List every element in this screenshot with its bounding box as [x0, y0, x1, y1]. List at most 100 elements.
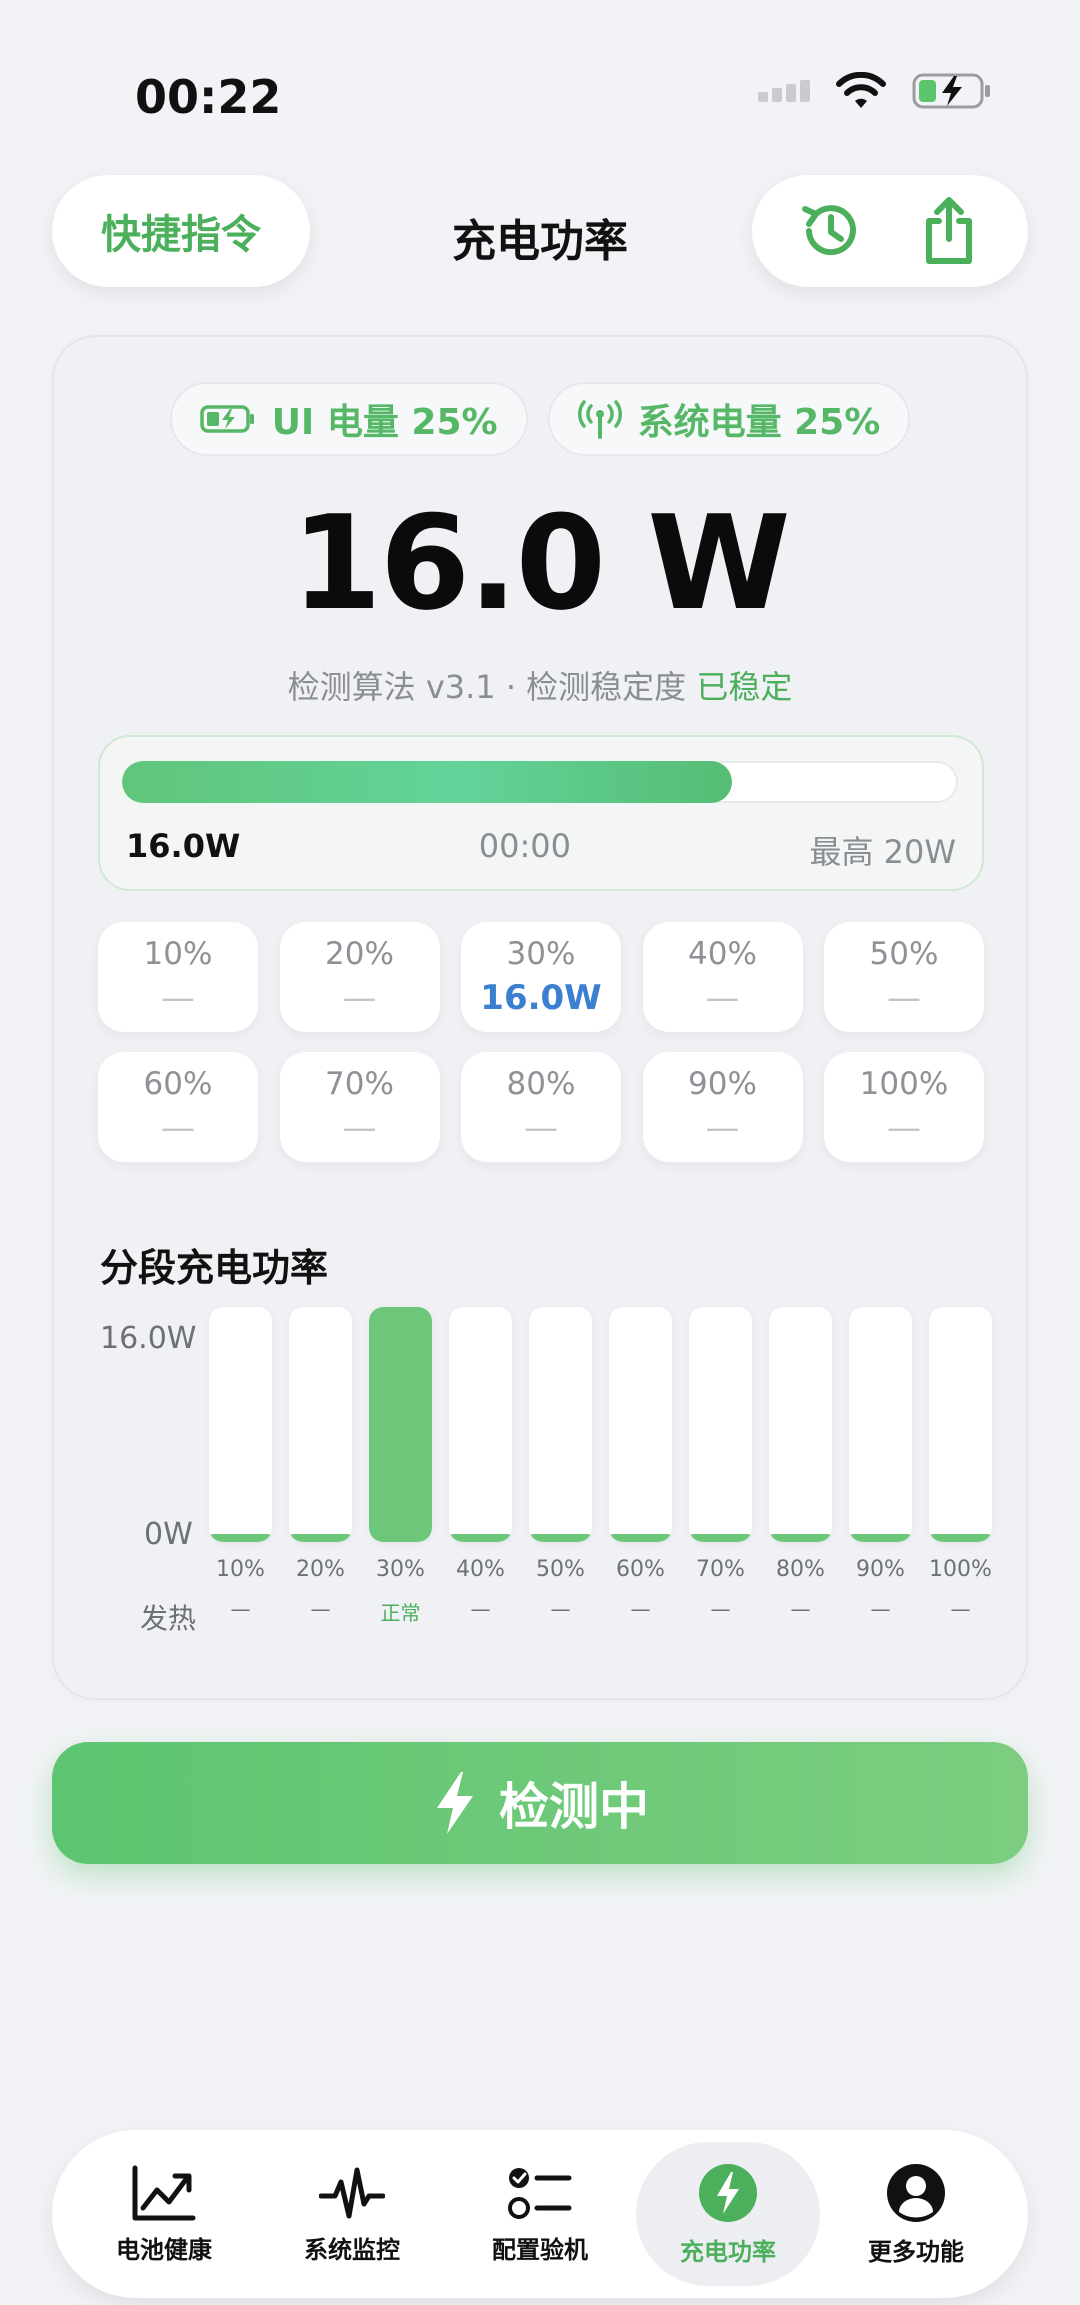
- tab-label: 电池健康: [116, 2235, 212, 2264]
- power-progress: 16.0W 00:00 最高 20W: [98, 735, 984, 891]
- power-card: UI 电量 25% 系统电量 25% 16.0 W 检测算法 v3.1 · 检测…: [52, 335, 1028, 1700]
- segment-bar: [689, 1307, 752, 1542]
- segment-bar-label: 40%: [456, 1557, 505, 1582]
- history-button[interactable]: [791, 191, 871, 271]
- level-cell: 50% —: [824, 922, 984, 1032]
- pulse-icon: [319, 2167, 385, 2218]
- progress-fill: [122, 761, 733, 803]
- level-percent: 40%: [688, 936, 757, 972]
- tab-label: 配置验机: [492, 2235, 588, 2264]
- segment-bar: [449, 1307, 512, 1542]
- level-percent: 100%: [859, 1066, 949, 1102]
- segment-chart: 16.0W 0W 发热 10% — 20% — 30% 正常 40% — 50% — 60% — 70%…: [54, 1307, 1030, 1647]
- segment-bar-fill: [849, 1534, 912, 1542]
- segment-bar-fill: [689, 1534, 752, 1542]
- y-axis-top-label: 16.0W: [100, 1321, 197, 1356]
- progress-current: 16.0W: [126, 827, 241, 865]
- tab-system-monitor[interactable]: 系统监控: [260, 2142, 444, 2286]
- share-button[interactable]: [909, 191, 989, 271]
- segment-bar-fill: [609, 1534, 672, 1542]
- segment-bar-label: 50%: [536, 1557, 585, 1582]
- segment-bar-label: 70%: [696, 1557, 745, 1582]
- tab-label: 充电功率: [680, 2237, 776, 2266]
- level-power: —: [161, 978, 195, 1018]
- segment-bar-label: 30%: [376, 1557, 425, 1582]
- segment-heat-status: 正常: [380, 1601, 421, 1625]
- level-cell: 90% —: [642, 1052, 803, 1162]
- tab-charging-power[interactable]: 充电功率: [636, 2142, 820, 2286]
- battery-charging-icon: [199, 405, 254, 433]
- level-cell: 60% —: [98, 1052, 258, 1162]
- progress-elapsed: 00:00: [478, 827, 571, 865]
- segment-heat-status: —: [550, 1597, 571, 1621]
- segment-bar: [369, 1307, 432, 1542]
- header-actions: [752, 175, 1028, 287]
- person-circle-icon: [887, 2163, 945, 2222]
- level-power: —: [342, 1108, 377, 1148]
- detecting-button[interactable]: 检测中: [52, 1742, 1028, 1864]
- level-power: —: [887, 978, 921, 1018]
- segment-bar-label: 20%: [296, 1557, 345, 1582]
- battery-charging-icon: [912, 73, 990, 109]
- segment-bar: [529, 1307, 592, 1542]
- checklist-icon: [508, 2167, 572, 2219]
- tab-bar: 电池健康 系统监控 配置验机 充电功率 更多功能: [52, 2130, 1028, 2298]
- level-power: —: [887, 1108, 921, 1148]
- bolt-circle-icon: [699, 2163, 757, 2222]
- stability-status: 已稳定: [696, 668, 793, 706]
- share-icon: [926, 197, 972, 264]
- tab-label: 更多功能: [868, 2237, 964, 2266]
- level-cell: 40% —: [642, 922, 803, 1032]
- algorithm-line: 检测算法 v3.1 · 检测稳定度 已稳定: [54, 662, 1026, 708]
- level-percent: 30%: [506, 936, 576, 972]
- system-battery-badge: 系统电量 25%: [547, 382, 911, 456]
- level-grid: 10% — 20% — 30% 16.0W 40% — 50% — 60% — 70% — 80% — 90% —…: [98, 922, 984, 1162]
- chart-up-icon: [132, 2165, 196, 2220]
- level-power: —: [705, 978, 740, 1018]
- level-percent: 60%: [143, 1066, 213, 1102]
- segment-bar-label: 80%: [776, 1557, 825, 1582]
- wifi-icon: [836, 72, 886, 108]
- segment-bar-fill: [929, 1534, 992, 1542]
- antenna-icon: [577, 400, 622, 439]
- segment-bar: [209, 1307, 272, 1542]
- segment-heat-status: —: [790, 1597, 811, 1621]
- segment-bar-fill: [449, 1534, 512, 1542]
- y-axis-bottom-label: 0W: [144, 1517, 193, 1552]
- segment-bar-label: 60%: [616, 1557, 665, 1582]
- segment-bar-label: 10%: [216, 1557, 265, 1582]
- level-power: —: [342, 978, 377, 1018]
- level-percent: 50%: [869, 936, 939, 972]
- segment-heat-status: —: [630, 1597, 651, 1621]
- progress-track: [122, 761, 958, 803]
- segment-heat-status: —: [870, 1597, 891, 1621]
- level-cell: 80% —: [461, 1052, 621, 1162]
- segment-heat-status: —: [710, 1597, 731, 1621]
- segment-heat-status: —: [950, 1597, 971, 1621]
- progress-max: 最高 20W: [809, 833, 956, 871]
- status-icons: [758, 72, 992, 110]
- tab-battery-health[interactable]: 电池健康: [72, 2142, 256, 2286]
- bolt-icon: [437, 1772, 473, 1834]
- segment-heat-status: —: [230, 1597, 251, 1621]
- tab-more-features[interactable]: 更多功能: [824, 2142, 1008, 2286]
- segment-bar-fill: [209, 1534, 272, 1542]
- tab-config-check[interactable]: 配置验机: [448, 2142, 632, 2286]
- segment-bar: [769, 1307, 832, 1542]
- segment-bar-fill: [369, 1307, 432, 1542]
- level-percent: 20%: [325, 936, 394, 972]
- ui-battery-label: UI 电量 25%: [271, 402, 498, 443]
- segment-bar-fill: [289, 1534, 352, 1542]
- level-power: —: [161, 1108, 195, 1148]
- level-cell: 20% —: [279, 922, 440, 1032]
- cellular-signal-icon: [758, 80, 810, 102]
- segment-bars: 10% — 20% — 30% 正常 40% — 50% — 60% — 70% — 80% — 90% — 100…: [209, 1307, 992, 1625]
- history-icon: [802, 205, 856, 256]
- tab-label: 系统监控: [304, 2235, 400, 2264]
- battery-badges: UI 电量 25% 系统电量 25%: [54, 382, 1026, 456]
- segment-bar-fill: [769, 1534, 832, 1542]
- level-percent: 70%: [325, 1066, 394, 1102]
- level-cell: 100% —: [824, 1052, 984, 1162]
- segment-bar: [609, 1307, 672, 1542]
- level-percent: 80%: [506, 1066, 576, 1102]
